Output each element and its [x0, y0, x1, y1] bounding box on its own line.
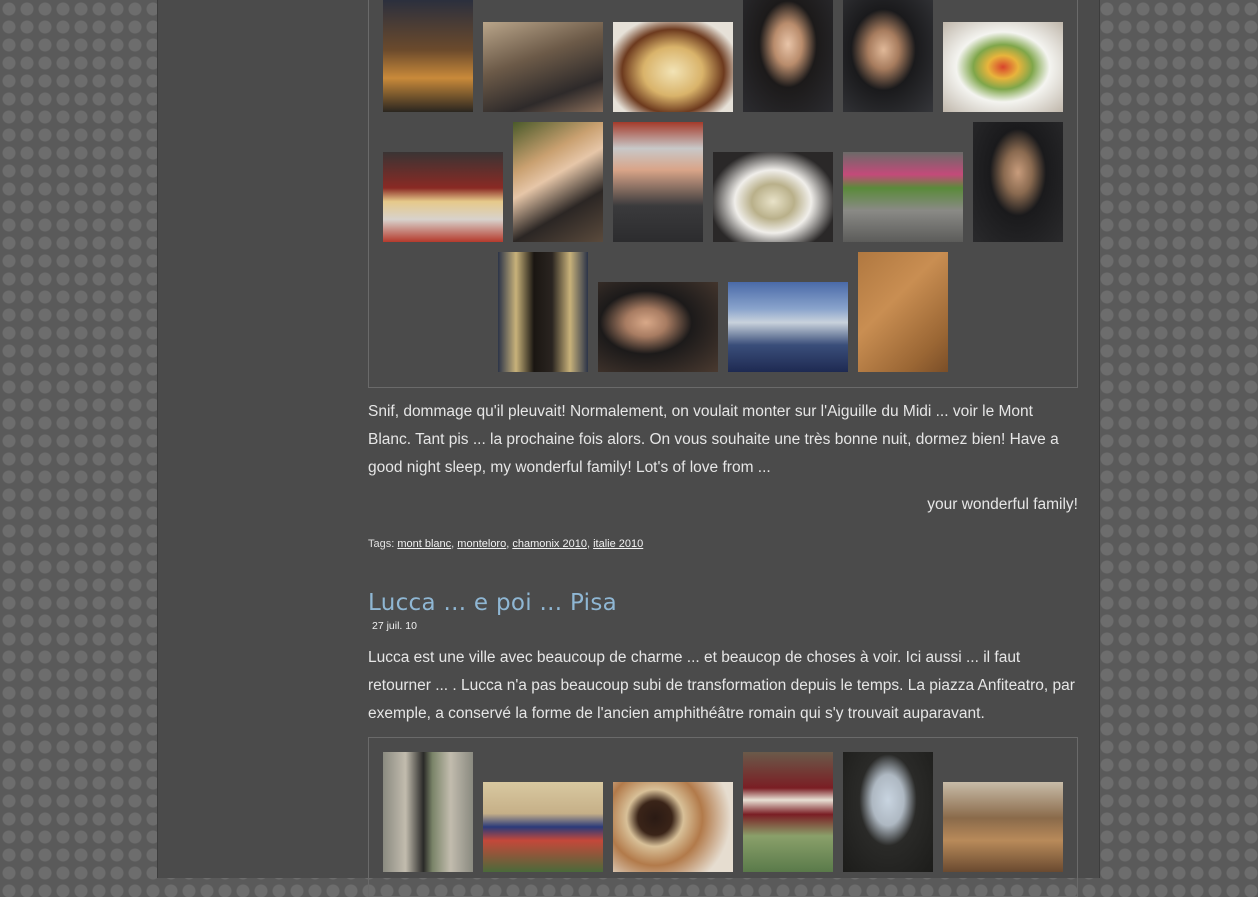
- post-paragraph: Snif, dommage qu'il pleuvait! Normalemen…: [368, 403, 1059, 476]
- post-title-link[interactable]: Lucca ... e poi ... Pisa: [368, 590, 617, 616]
- photo-thumbnail[interactable]: [943, 782, 1063, 872]
- photo-gallery-lucca: [368, 737, 1078, 897]
- photo-thumbnail[interactable]: [613, 22, 733, 112]
- photo-thumbnail[interactable]: [483, 22, 603, 112]
- photo-thumbnail[interactable]: [743, 752, 833, 872]
- photo-thumbnail[interactable]: [483, 782, 603, 872]
- post-tags: Tags: mont blanc, monteloro, chamonix 20…: [368, 538, 644, 550]
- photo-thumbnail[interactable]: [383, 152, 503, 242]
- post-signature: your wonderful family!: [927, 496, 1078, 513]
- page-column: Snif, dommage qu'il pleuvait! Normalemen…: [157, 0, 1100, 897]
- photo-thumbnail[interactable]: [973, 122, 1063, 242]
- photo-thumbnail[interactable]: [513, 122, 603, 242]
- tag-link[interactable]: italie 2010: [593, 538, 643, 550]
- post-date: 27 juil. 10: [372, 620, 417, 632]
- photo-thumbnail[interactable]: [943, 22, 1063, 112]
- photo-thumbnail[interactable]: [843, 152, 963, 242]
- photo-thumbnail[interactable]: [598, 282, 718, 372]
- photo-gallery-chamonix: [368, 0, 1078, 388]
- post-paragraph: Lucca est une ville avec beaucoup de cha…: [368, 649, 1075, 722]
- photo-thumbnail[interactable]: [858, 252, 948, 372]
- photo-thumbnail[interactable]: [383, 752, 473, 872]
- photo-thumbnail[interactable]: [843, 0, 933, 112]
- tag-link[interactable]: mont blanc: [397, 538, 451, 550]
- photo-thumbnail[interactable]: [743, 0, 833, 112]
- photo-thumbnail[interactable]: [613, 782, 733, 872]
- photo-thumbnail[interactable]: [843, 752, 933, 872]
- tags-label: Tags:: [368, 538, 395, 550]
- photo-thumbnail[interactable]: [713, 152, 833, 242]
- photo-thumbnail[interactable]: [728, 282, 848, 372]
- tag-link[interactable]: chamonix 2010: [512, 538, 587, 550]
- tag-link[interactable]: monteloro: [457, 538, 506, 550]
- photo-thumbnail[interactable]: [498, 252, 588, 372]
- photo-thumbnail[interactable]: [383, 0, 473, 112]
- photo-thumbnail[interactable]: [613, 122, 703, 242]
